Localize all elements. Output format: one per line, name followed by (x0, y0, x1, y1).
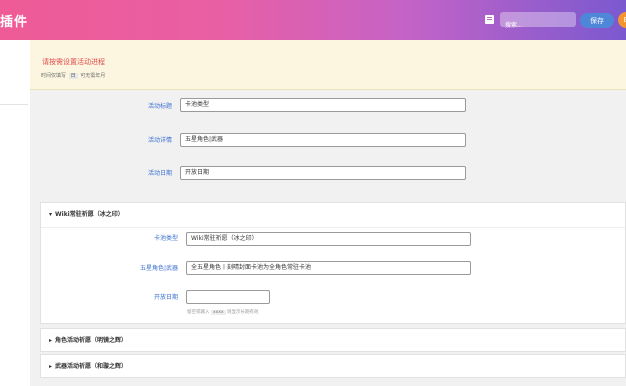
user-avatar[interactable]: B (618, 12, 626, 28)
notice-desc-before: 时间仅填写 (41, 73, 67, 79)
notice-desc-after: 可无需年月 (80, 73, 106, 79)
notice-title: 请按需设置活动进程 (42, 58, 105, 66)
open-date-hint: 留空或输入 xxxx 则显示长期有效 (187, 309, 259, 315)
activity-title-label: 活动标题 (147, 103, 172, 110)
open-date-label: 开放日期 (153, 294, 178, 301)
five-star-input[interactable]: 全五星角色丨刻晴封面卡池为全角色常驻卡池 (186, 261, 471, 275)
hint-before: 留空或输入 (187, 310, 210, 315)
search-input[interactable] (500, 18, 576, 33)
activity-date-label: 活动日期 (147, 170, 172, 177)
panel-title: 角色活动祈愿（明镜之辉） (55, 337, 128, 344)
panel-header[interactable]: ▸ 角色活动祈愿（明镜之辉） (41, 329, 625, 353)
pool-type-input[interactable]: Wiki常驻祈愿（冰之印） (186, 232, 471, 246)
save-button[interactable]: 保存 (580, 13, 614, 28)
hint-after: 则显示长期有效 (227, 310, 259, 315)
panel-divider (41, 227, 625, 228)
chevron-right-icon: ▸ (49, 337, 53, 344)
activity-detail-input[interactable]: 五星角色|武器 (180, 133, 466, 147)
notice-description: 时间仅填写 日 可无需年月 (41, 72, 105, 79)
app-title: 插件 (0, 15, 29, 30)
open-date-input[interactable] (186, 290, 270, 304)
panel-character-wish[interactable]: ▸ 角色活动祈愿（明镜之辉） (40, 328, 626, 352)
panel-title: 武器活动祈愿（和璇之辉） (55, 363, 128, 370)
notice-banner: 请按需设置活动进程 时间仅填写 日 可无需年月 (30, 40, 626, 90)
panel-header[interactable]: ▸ 武器活动祈愿（和璇之辉） (41, 355, 625, 379)
chevron-down-icon: ▾ (49, 211, 53, 218)
activity-title-input[interactable]: 卡池类型 (180, 98, 466, 112)
activity-detail-label: 活动详情 (147, 137, 172, 144)
chevron-right-icon: ▸ (49, 363, 53, 370)
notice-code: 日 (68, 73, 78, 79)
activity-date-input[interactable]: 开放日期 (180, 166, 466, 180)
top-header: 插件 保存 B (0, 0, 626, 40)
panel-title: Wiki常驻祈愿（冰之印） (55, 211, 124, 218)
sidebar (0, 40, 30, 386)
menu-icon[interactable] (485, 15, 494, 24)
panel-header[interactable]: ▾ Wiki常驻祈愿（冰之印） (41, 203, 625, 227)
five-star-label: 五星角色|武器 (139, 265, 178, 272)
search-box[interactable] (500, 12, 576, 33)
panel-weapon-wish[interactable]: ▸ 武器活动祈愿（和璇之辉） (40, 354, 626, 378)
sidebar-divider (0, 104, 28, 105)
hint-code: xxxx (210, 310, 226, 315)
pool-type-label: 卡池类型 (153, 235, 178, 242)
